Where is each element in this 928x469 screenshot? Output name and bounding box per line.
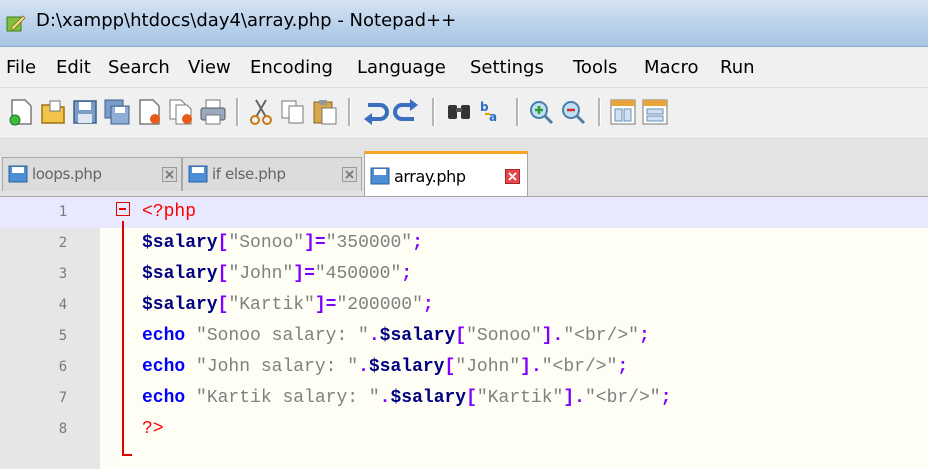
tab-loops-php[interactable]: loops.php [2,157,182,191]
code-line[interactable]: 3 $salary["John"]="450000"; [0,259,928,290]
toolbar-separator [516,98,519,126]
line-number: 2 [58,235,68,251]
menu-file[interactable]: File [6,57,36,78]
toolbar: b a [0,88,928,139]
close-all-icon[interactable] [166,97,196,127]
code-text: $salary["Sonoo"]="350000"; [142,233,423,253]
menu-edit[interactable]: Edit [56,57,91,78]
toolbar-separator [348,98,351,126]
menu-tools[interactable]: Tools [573,57,617,78]
fold-collapse-icon[interactable] [116,202,130,216]
code-line[interactable]: 6 echo "John salary: ".$salary["John"]."… [0,352,928,383]
code-text: $salary["Kartik"]="200000"; [142,295,434,315]
replace-icon[interactable]: b a [476,97,506,127]
line-number: 7 [58,390,68,406]
line-number: 6 [58,359,68,375]
svg-text:a: a [489,110,497,124]
code-line[interactable]: 5 echo "Sonoo salary: ".$salary["Sonoo"]… [0,321,928,352]
find-icon[interactable] [444,97,474,127]
undo-icon[interactable] [360,97,390,127]
tab-label: loops.php [32,165,102,183]
saved-file-icon [188,165,208,183]
tab-bar: loops.php if else.php array.php [0,139,928,197]
window-title: D:\xampp\htdocs\day4\array.php - Notepad… [36,10,457,31]
saved-file-icon [8,165,28,183]
line-number: 5 [58,328,68,344]
menu-macro[interactable]: Macro [644,57,698,78]
menu-run[interactable]: Run [720,57,755,78]
menu-language[interactable]: Language [357,57,446,78]
paste-icon[interactable] [310,97,340,127]
print-icon[interactable] [198,97,228,127]
code-text: echo "Kartik salary: ".$salary["Kartik"]… [142,388,672,408]
close-tab-icon[interactable] [342,167,357,182]
menu-bar: File Edit Search View Encoding Language … [0,47,928,88]
code-text: echo "Sonoo salary: ".$salary["Sonoo"]."… [142,326,650,346]
line-number: 3 [58,266,68,282]
fold-end-marker [122,454,132,456]
code-text: echo "John salary: ".$salary["John"]."<b… [142,357,629,377]
sync-vertical-icon[interactable] [608,97,638,127]
code-line[interactable]: 1 <?php [0,197,928,228]
menu-search[interactable]: Search [108,57,170,78]
toolbar-separator [598,98,601,126]
code-text: ?> [142,419,164,439]
fold-line [122,221,124,456]
tab-label: array.php [394,167,466,186]
code-text: $salary["John"]="450000"; [142,264,413,284]
menu-view[interactable]: View [188,57,231,78]
close-tab-icon[interactable] [162,167,177,182]
code-line[interactable]: 8 ?> [0,414,928,445]
close-tab-icon[interactable] [505,169,520,184]
menu-encoding[interactable]: Encoding [250,57,333,78]
toolbar-separator [236,98,239,126]
menu-settings[interactable]: Settings [470,57,544,78]
zoom-out-icon[interactable] [558,97,588,127]
save-all-icon[interactable] [102,97,132,127]
line-number: 4 [58,297,68,313]
code-editor[interactable]: 1 <?php 2 $salary["Sonoo"]="350000"; 3 $… [0,197,928,469]
copy-icon[interactable] [278,97,308,127]
code-line[interactable]: 7 echo "Kartik salary: ".$salary["Kartik… [0,383,928,414]
tab-array-php[interactable]: array.php [364,151,528,196]
code-text: <?php [142,202,197,222]
code-line[interactable]: 2 $salary["Sonoo"]="350000"; [0,228,928,259]
redo-icon[interactable] [392,97,422,127]
close-file-icon[interactable] [134,97,164,127]
cut-icon[interactable] [246,97,276,127]
tab-if-else-php[interactable]: if else.php [182,157,362,191]
sync-horizontal-icon[interactable] [640,97,670,127]
saved-file-icon [370,167,390,185]
line-number: 8 [58,421,68,437]
tab-label: if else.php [212,165,286,183]
open-file-icon[interactable] [38,97,68,127]
svg-text:b: b [480,100,489,114]
save-icon[interactable] [70,97,100,127]
toolbar-separator [432,98,435,126]
zoom-in-icon[interactable] [526,97,556,127]
new-file-icon[interactable] [6,97,36,127]
notepadpp-app-icon [6,15,26,32]
code-line[interactable]: 4 $salary["Kartik"]="200000"; [0,290,928,321]
title-bar: D:\xampp\htdocs\day4\array.php - Notepad… [0,0,928,47]
line-number: 1 [58,204,68,220]
